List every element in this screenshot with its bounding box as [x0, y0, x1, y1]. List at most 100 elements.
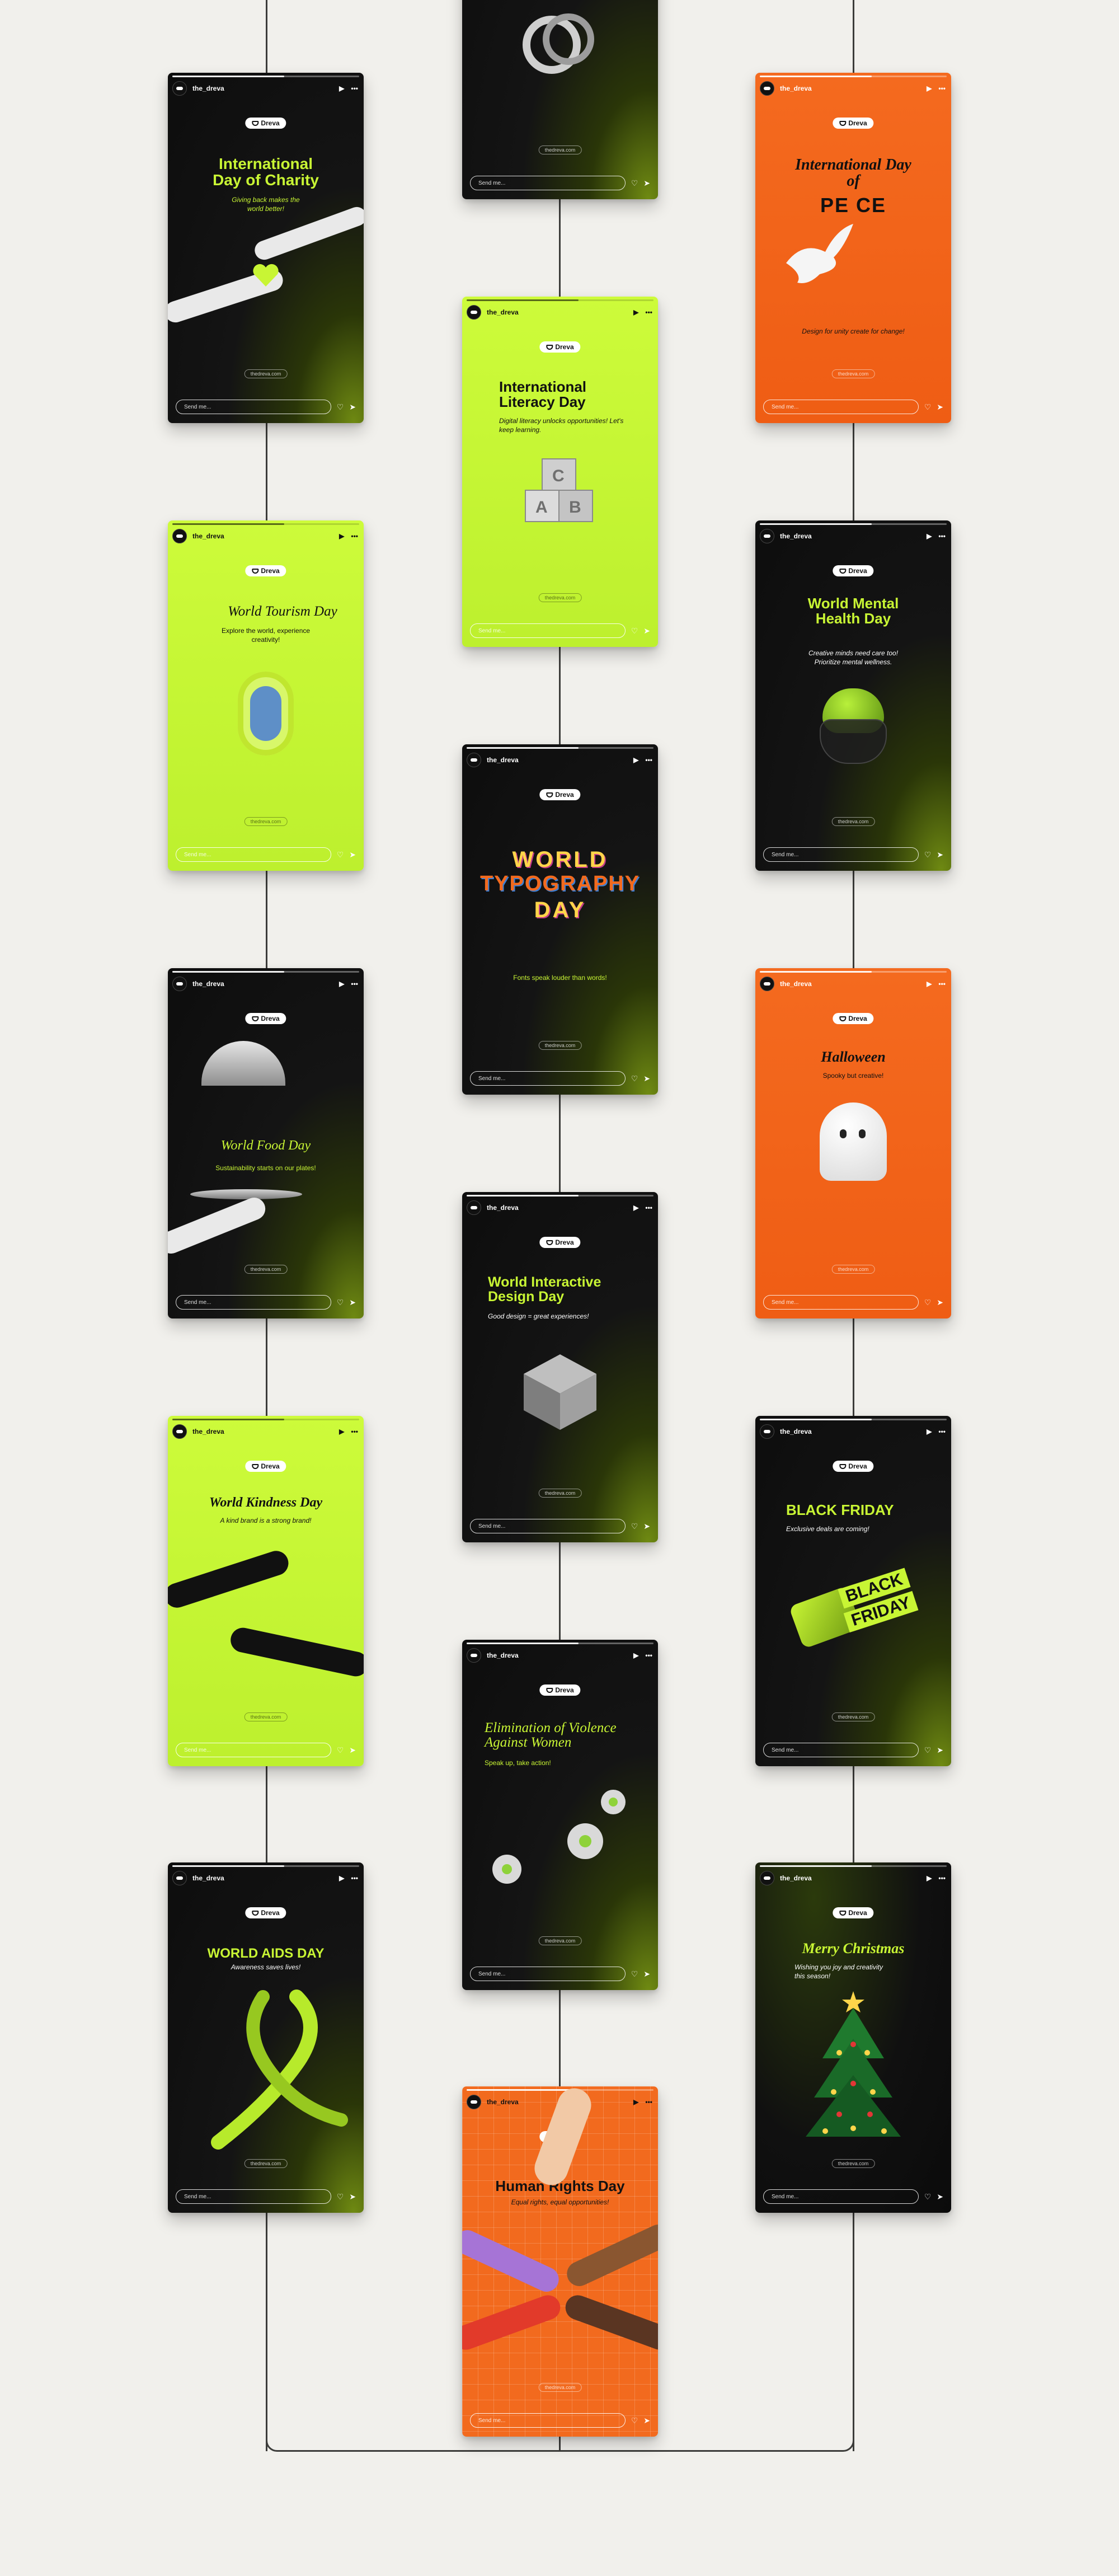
play-icon[interactable]: ▶ [927, 1874, 932, 1882]
website-url[interactable]: thedreva.com [538, 1489, 582, 1498]
avatar[interactable] [760, 529, 774, 543]
avatar[interactable] [172, 977, 187, 991]
website-url[interactable]: thedreva.com [831, 369, 875, 378]
more-icon[interactable]: ••• [645, 1651, 652, 1659]
website-url[interactable]: thedreva.com [831, 2159, 875, 2168]
website-url[interactable]: thedreva.com [538, 2383, 582, 2392]
username[interactable]: the_dreva [192, 1874, 224, 1882]
avatar[interactable] [467, 305, 481, 320]
story-card-christmas[interactable]: the_dreva ▶ ••• Dreva Merry Christmas Wis… [755, 1862, 951, 2213]
play-icon[interactable]: ▶ [339, 85, 344, 92]
username[interactable]: the_dreva [487, 756, 519, 764]
send-icon[interactable]: ➤ [937, 850, 943, 860]
heart-icon[interactable]: ♡ [631, 179, 638, 188]
play-icon[interactable]: ▶ [633, 308, 638, 316]
avatar[interactable] [467, 1200, 481, 1215]
avatar[interactable] [467, 1648, 481, 1663]
reply-input[interactable]: Send me... [763, 2189, 919, 2204]
website-url[interactable]: thedreva.com [244, 1265, 288, 1274]
avatar[interactable] [467, 2095, 481, 2109]
more-icon[interactable]: ••• [938, 85, 946, 92]
avatar[interactable] [760, 1424, 774, 1439]
play-icon[interactable]: ▶ [633, 756, 638, 764]
avatar[interactable] [760, 1871, 774, 1885]
play-icon[interactable]: ▶ [339, 1874, 344, 1882]
reply-input[interactable]: Send me... [176, 1743, 331, 1757]
website-url[interactable]: thedreva.com [244, 2159, 288, 2168]
heart-icon[interactable]: ♡ [631, 1522, 638, 1531]
website-url[interactable]: thedreva.com [538, 1936, 582, 1945]
play-icon[interactable]: ▶ [927, 532, 932, 540]
story-card-mental-health[interactable]: the_dreva ▶ ••• Dreva World Mental Health… [755, 520, 951, 871]
username[interactable]: the_dreva [487, 2098, 519, 2106]
website-url[interactable]: thedreva.com [831, 1712, 875, 1721]
story-card-literacy[interactable]: the_dreva ▶ ••• Dreva International Liter… [462, 297, 658, 647]
send-icon[interactable]: ➤ [643, 179, 650, 188]
avatar[interactable] [172, 81, 187, 96]
reply-input[interactable]: Send me... [470, 176, 626, 190]
website-url[interactable]: thedreva.com [538, 146, 582, 154]
play-icon[interactable]: ▶ [927, 980, 932, 988]
username[interactable]: the_dreva [192, 532, 224, 540]
story-card-charity[interactable]: the_dreva ▶ ••• Dreva International Day o… [168, 73, 364, 423]
reply-input[interactable]: Send me... [470, 1071, 626, 1086]
website-url[interactable]: thedreva.com [244, 1712, 288, 1721]
more-icon[interactable]: ••• [938, 1428, 946, 1435]
more-icon[interactable]: ••• [351, 1428, 358, 1435]
story-card-black-friday[interactable]: the_dreva ▶ ••• Dreva BLACK FRIDAY Exclus… [755, 1416, 951, 1766]
story-card-aids[interactable]: the_dreva ▶ ••• Dreva WORLD AIDS DAY Awar… [168, 1862, 364, 2213]
username[interactable]: the_dreva [487, 1204, 519, 1212]
play-icon[interactable]: ▶ [339, 1428, 344, 1435]
username[interactable]: the_dreva [780, 980, 812, 988]
more-icon[interactable]: ••• [938, 980, 946, 988]
story-card-rings[interactable]: thedreva.com Send me... ♡ ➤ [462, 0, 658, 199]
avatar[interactable] [172, 529, 187, 543]
play-icon[interactable]: ▶ [633, 1204, 638, 1212]
website-url[interactable]: thedreva.com [831, 1265, 875, 1274]
heart-icon[interactable]: ♡ [337, 1746, 344, 1755]
avatar[interactable] [172, 1424, 187, 1439]
story-card-typography[interactable]: the_dreva ▶ ••• Dreva WORLD TYPOGRAPHY DA… [462, 744, 658, 1095]
reply-input[interactable]: Send me... [470, 1967, 626, 1981]
more-icon[interactable]: ••• [645, 756, 652, 764]
send-icon[interactable]: ➤ [643, 2416, 650, 2425]
username[interactable]: the_dreva [780, 1874, 812, 1882]
avatar[interactable] [467, 753, 481, 767]
send-icon[interactable]: ➤ [937, 1746, 943, 1755]
username[interactable]: the_dreva [192, 980, 224, 988]
heart-icon[interactable]: ♡ [924, 850, 932, 860]
username[interactable]: the_dreva [780, 1428, 812, 1435]
heart-icon[interactable]: ♡ [337, 402, 344, 412]
send-icon[interactable]: ➤ [937, 1298, 943, 1307]
story-card-kindness[interactable]: the_dreva ▶ ••• Dreva World Kindness Day … [168, 1416, 364, 1766]
more-icon[interactable]: ••• [645, 1204, 652, 1212]
reply-input[interactable]: Send me... [176, 400, 331, 414]
more-icon[interactable]: ••• [351, 85, 358, 92]
send-icon[interactable]: ➤ [643, 626, 650, 636]
avatar[interactable] [760, 977, 774, 991]
reply-input[interactable]: Send me... [763, 1743, 919, 1757]
send-icon[interactable]: ➤ [937, 402, 943, 412]
more-icon[interactable]: ••• [645, 308, 652, 316]
username[interactable]: the_dreva [487, 308, 519, 316]
send-icon[interactable]: ➤ [349, 850, 356, 860]
reply-input[interactable]: Send me... [470, 1519, 626, 1533]
username[interactable]: the_dreva [487, 1651, 519, 1659]
heart-icon[interactable]: ♡ [631, 1074, 638, 1083]
play-icon[interactable]: ▶ [633, 2098, 638, 2106]
heart-icon[interactable]: ♡ [337, 1298, 344, 1307]
more-icon[interactable]: ••• [938, 1874, 946, 1882]
username[interactable]: the_dreva [780, 532, 812, 540]
send-icon[interactable]: ➤ [643, 1074, 650, 1083]
reply-input[interactable]: Send me... [763, 847, 919, 862]
website-url[interactable]: thedreva.com [831, 817, 875, 826]
heart-icon[interactable]: ♡ [337, 850, 344, 860]
story-card-halloween[interactable]: the_dreva ▶ ••• Dreva Halloween Spooky bu… [755, 968, 951, 1319]
website-url[interactable]: thedreva.com [538, 593, 582, 602]
username[interactable]: the_dreva [780, 85, 812, 92]
more-icon[interactable]: ••• [351, 532, 358, 540]
reply-input[interactable]: Send me... [470, 2413, 626, 2428]
story-card-tourism[interactable]: the_dreva ▶ ••• Dreva World Tourism Day E… [168, 520, 364, 871]
more-icon[interactable]: ••• [351, 1874, 358, 1882]
send-icon[interactable]: ➤ [349, 2192, 356, 2202]
